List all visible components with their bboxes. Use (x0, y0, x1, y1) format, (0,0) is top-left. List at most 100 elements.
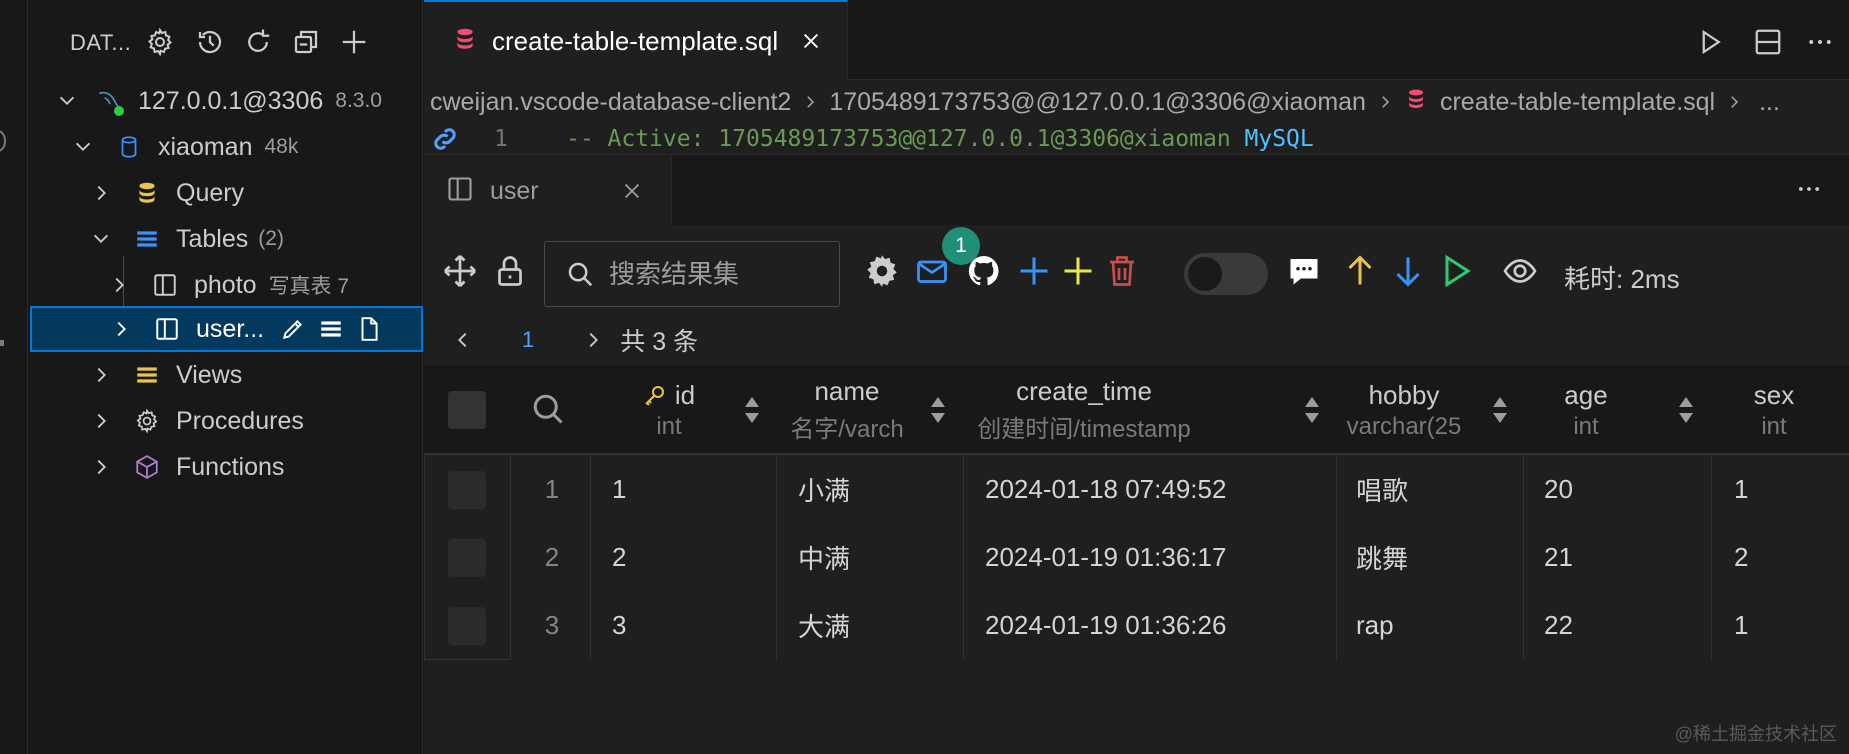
list-icon[interactable] (316, 314, 346, 344)
more-actions-icon[interactable] (1789, 169, 1829, 209)
chevron-right-icon[interactable] (90, 456, 112, 478)
add-blue-icon[interactable] (1012, 249, 1056, 293)
cell-hobby[interactable]: 唱歌 (1356, 455, 1408, 523)
tree-connection[interactable]: 127.0.0.1@3306 8.3.0 (28, 78, 423, 124)
cell-hobby[interactable]: rap (1356, 591, 1394, 659)
column-header-name[interactable]: name 名字/varch (768, 365, 926, 455)
sort-icon[interactable] (1488, 393, 1512, 427)
run-play-icon[interactable] (1434, 249, 1478, 293)
split-editor-icon[interactable] (1748, 22, 1788, 62)
search-input[interactable] (609, 258, 829, 290)
more-actions-icon[interactable] (1800, 22, 1840, 62)
add-icon[interactable] (334, 22, 374, 62)
file-icon[interactable] (354, 314, 384, 344)
arrow-down-icon[interactable] (1386, 249, 1430, 293)
tree-functions[interactable]: Functions (28, 444, 423, 490)
chevron-right-icon[interactable] (90, 182, 112, 204)
link-icon[interactable] (428, 124, 462, 154)
column-header-age[interactable]: age int (1516, 365, 1656, 455)
lock-icon[interactable] (488, 249, 532, 293)
sort-icon[interactable] (1674, 393, 1698, 427)
result-panel: user 搜索结果集 1 耗时: 2ms 1 共 3 条 id int name… (424, 154, 1849, 754)
sort-icon[interactable] (1300, 393, 1324, 427)
arrow-up-icon[interactable] (1338, 249, 1382, 293)
column-header-id[interactable]: id int (594, 365, 744, 455)
sort-icon[interactable] (926, 393, 950, 427)
search-input-box[interactable] (544, 241, 840, 307)
cell-name[interactable]: 大满 (798, 591, 850, 659)
close-icon[interactable] (796, 26, 826, 56)
table-row[interactable]: 3 3 大满 2024-01-19 01:36:26 rap 22 1 (424, 591, 1849, 659)
cell-create-time[interactable]: 2024-01-18 07:49:52 (985, 455, 1226, 523)
chevron-right-icon[interactable] (110, 318, 132, 340)
table-row[interactable]: 2 2 中满 2024-01-19 01:36:17 跳舞 21 2 (424, 523, 1849, 591)
activity-icon[interactable] (0, 130, 6, 152)
refresh-icon[interactable] (238, 22, 278, 62)
tree-database-xiaoman[interactable]: xiaoman 48k (28, 124, 423, 170)
chevron-right-icon[interactable] (90, 364, 112, 386)
tree-procedures[interactable]: Procedures (28, 398, 423, 444)
cell-sex[interactable]: 1 (1734, 591, 1748, 659)
close-icon[interactable] (621, 180, 643, 202)
add-yellow-icon[interactable] (1056, 249, 1100, 293)
cell-id[interactable]: 3 (612, 591, 626, 659)
cell-sex[interactable]: 1 (1734, 455, 1748, 523)
breadcrumb-item[interactable]: create-table-template.sql (1440, 88, 1715, 117)
cell-age[interactable]: 21 (1544, 523, 1573, 591)
code-line[interactable]: 1 -- Active: 1705489173753@@127.0.0.1@33… (424, 124, 1849, 154)
cell-id[interactable]: 2 (612, 523, 626, 591)
cell-sex[interactable]: 2 (1734, 523, 1748, 591)
comment-icon[interactable] (1282, 249, 1326, 293)
tree-views[interactable]: Views (28, 352, 423, 398)
breadcrumb-item[interactable]: 1705489173753@@127.0.0.1@3306@xiaoman (829, 88, 1366, 117)
cell-create-time[interactable]: 2024-01-19 01:36:17 (985, 523, 1226, 591)
cell-name[interactable]: 小满 (798, 455, 850, 523)
breadcrumb-item[interactable]: cweijan.vscode-database-client2 (430, 88, 791, 117)
cell-age[interactable]: 20 (1544, 455, 1573, 523)
breadcrumb-ellipsis[interactable]: ... (1759, 88, 1780, 117)
toggle-switch[interactable] (1184, 253, 1268, 295)
chevron-right-icon[interactable] (108, 274, 130, 296)
table-row[interactable]: 1 1 小满 2024-01-18 07:49:52 唱歌 20 1 (424, 455, 1849, 523)
history-icon[interactable] (190, 22, 230, 62)
column-header-sex[interactable]: sex int (1714, 365, 1834, 455)
github-icon[interactable] (962, 249, 1006, 293)
select-all-checkbox[interactable] (448, 391, 486, 429)
column-header-create-time[interactable]: create_time 创建时间/timestamp (954, 365, 1214, 455)
column-type: int (1573, 412, 1599, 440)
row-checkbox[interactable] (448, 539, 486, 577)
tree-tables[interactable]: Tables (2) (28, 216, 423, 262)
tab-create-table-template[interactable]: create-table-template.sql (424, 0, 848, 80)
sort-icon[interactable] (740, 393, 764, 427)
cell-create-time[interactable]: 2024-01-19 01:36:26 (985, 591, 1226, 659)
tree-table-user[interactable]: user... (30, 306, 423, 352)
row-checkbox[interactable] (448, 607, 486, 645)
column-header-hobby[interactable]: hobby varchar(25 (1332, 365, 1476, 455)
eye-icon[interactable] (1498, 249, 1542, 293)
tree-table-photo[interactable]: photo 写真表 7 (28, 262, 423, 308)
chevron-down-icon[interactable] (90, 228, 112, 250)
cell-id[interactable]: 1 (612, 455, 626, 523)
row-checkbox[interactable] (448, 471, 486, 509)
gear-icon[interactable] (140, 22, 180, 62)
chevron-right-icon[interactable] (582, 329, 604, 351)
cell-hobby[interactable]: 跳舞 (1356, 523, 1408, 591)
row-number: 1 (544, 473, 560, 504)
tree-query[interactable]: Query (28, 170, 423, 216)
chevron-right-icon[interactable] (90, 410, 112, 432)
settings-gear-icon[interactable] (860, 249, 904, 293)
page-number[interactable]: 1 (522, 327, 534, 353)
collapse-all-icon[interactable] (286, 22, 326, 62)
edit-pencil-icon[interactable] (278, 314, 308, 344)
chevron-left-icon[interactable] (452, 329, 474, 351)
trash-icon[interactable] (1100, 249, 1144, 293)
cell-name[interactable]: 中满 (798, 523, 850, 591)
move-arrows-icon[interactable] (438, 249, 482, 293)
cell-age[interactable]: 22 (1544, 591, 1573, 659)
table-user-label: user... (196, 314, 265, 343)
search-icon[interactable] (526, 387, 570, 431)
chevron-down-icon[interactable] (56, 90, 78, 112)
chevron-down-icon[interactable] (72, 136, 94, 158)
run-play-icon[interactable] (1690, 22, 1730, 62)
tab-user-result[interactable]: user (424, 155, 672, 225)
